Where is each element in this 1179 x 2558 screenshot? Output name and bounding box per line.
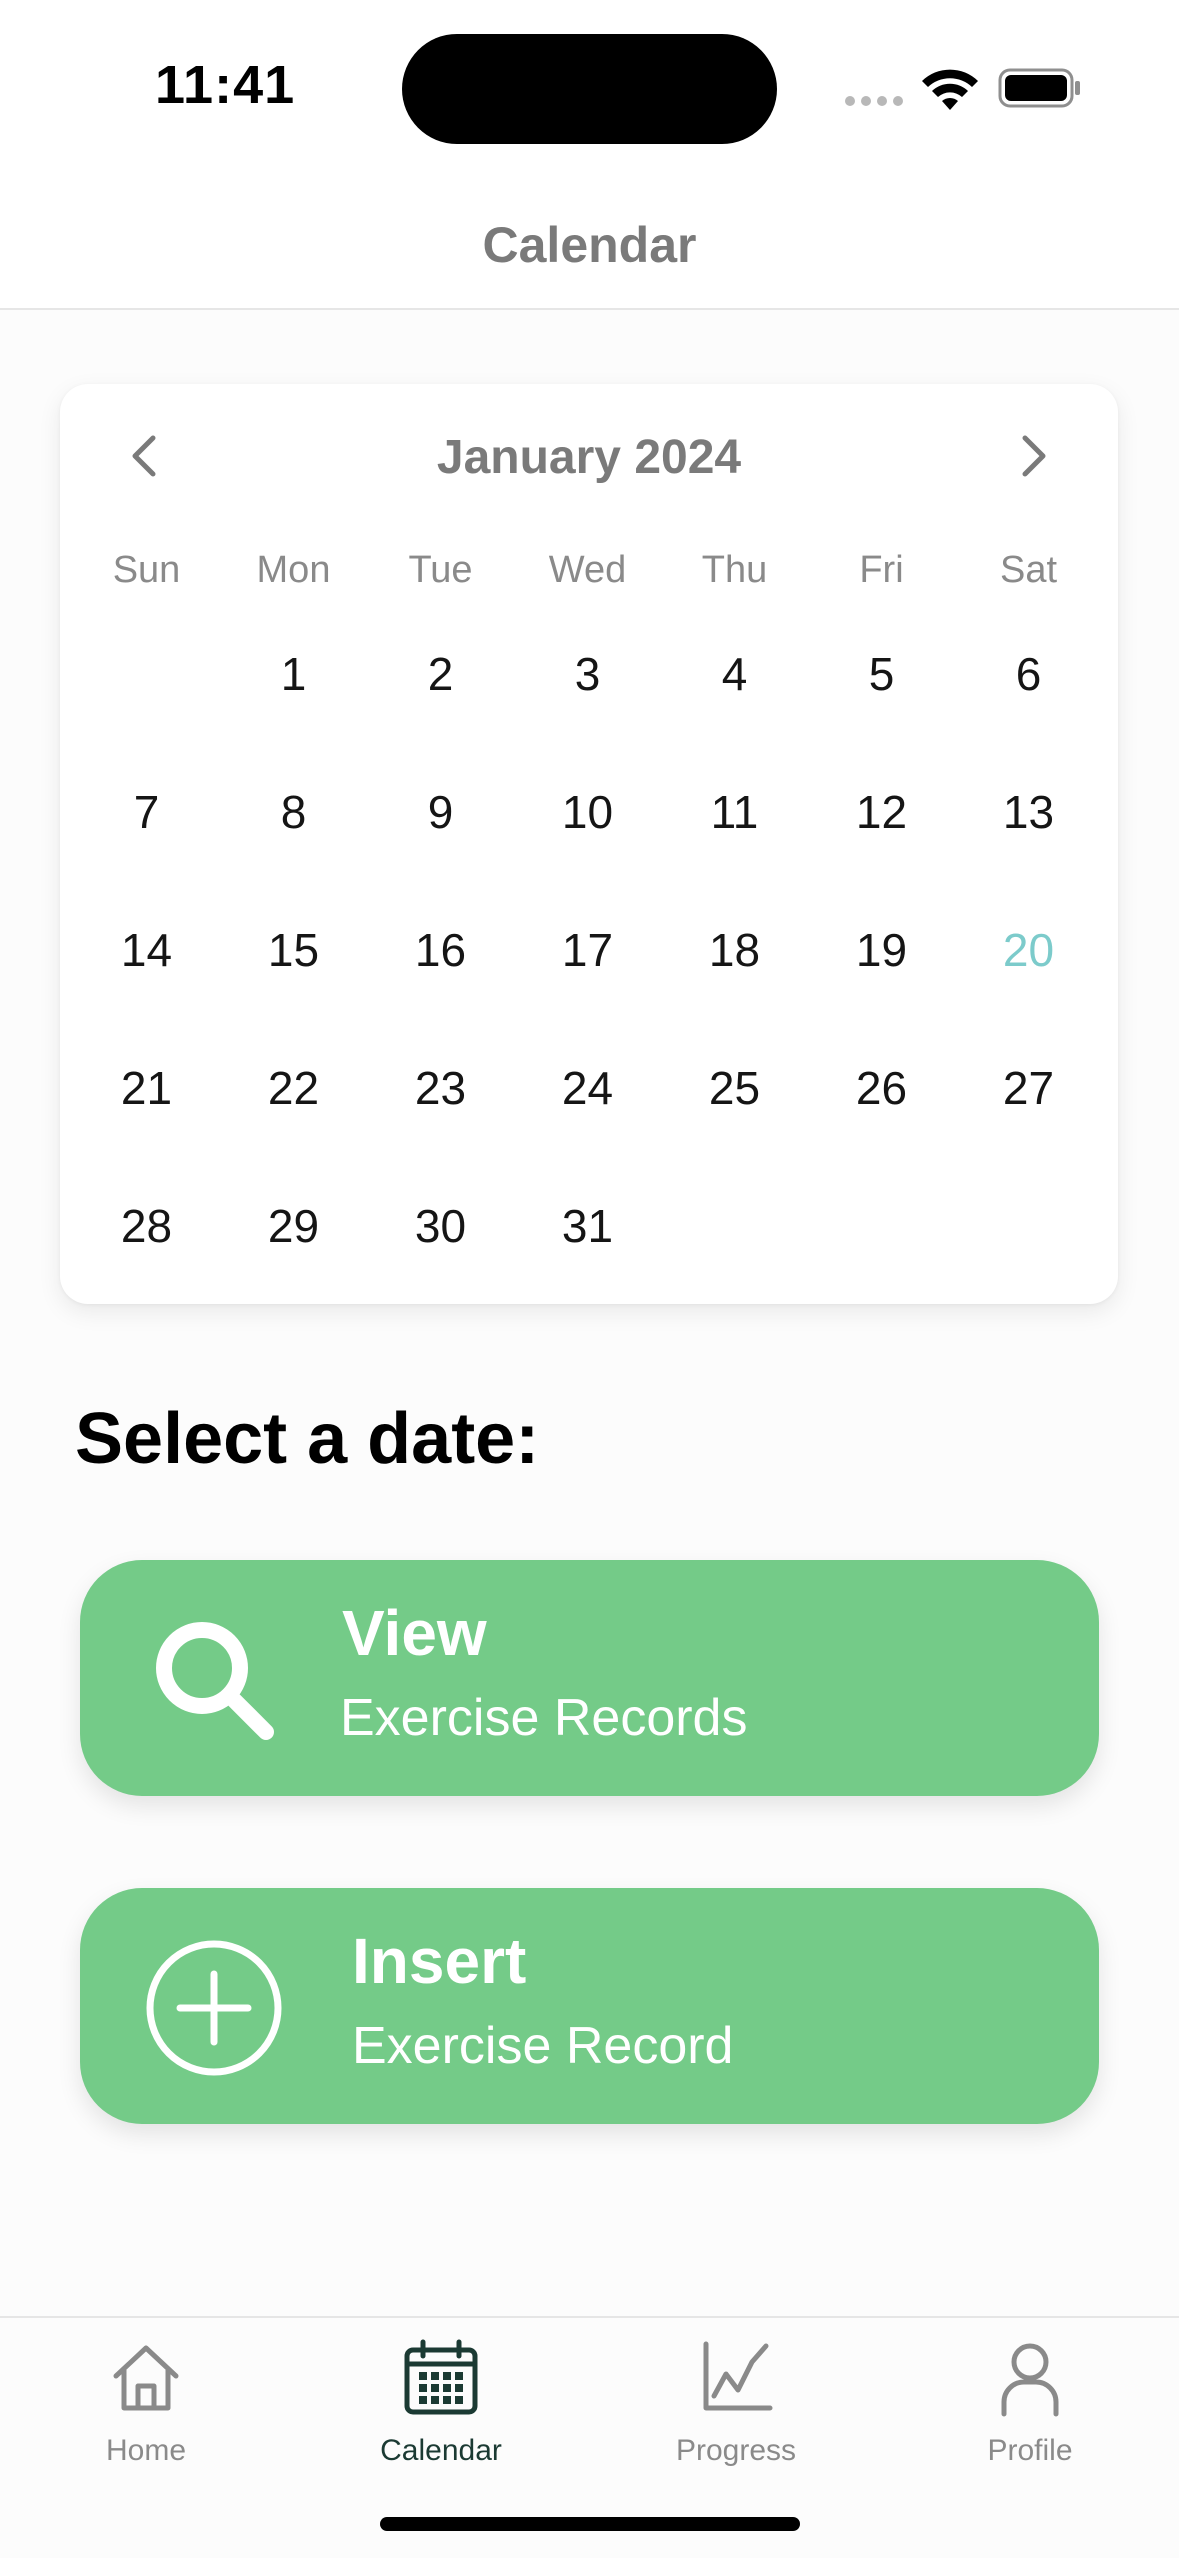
calendar-day[interactable]: 5 xyxy=(808,614,955,734)
tab-home[interactable]: Home xyxy=(46,2338,246,2488)
insert-button-title: Insert xyxy=(352,1925,527,1997)
view-button-title: View xyxy=(342,1597,487,1669)
home-indicator xyxy=(380,2517,800,2531)
view-button-subtitle: Exercise Records xyxy=(340,1689,748,1747)
calendar-day[interactable]: 21 xyxy=(73,1028,220,1148)
weekday-label: Tue xyxy=(408,549,473,591)
chevron-right-icon[interactable] xyxy=(1003,426,1063,486)
calendar-day[interactable]: 7 xyxy=(73,752,220,872)
calendar-day[interactable]: 31 xyxy=(514,1166,661,1286)
calendar-day[interactable]: 8 xyxy=(220,752,367,872)
calendar-day[interactable]: 14 xyxy=(73,890,220,1010)
view-exercise-records-button[interactable]: View Exercise Records xyxy=(80,1560,1099,1796)
tab-label: Profile xyxy=(987,2434,1073,2467)
calendar-day[interactable]: 19 xyxy=(808,890,955,1010)
weekday-label: Sun xyxy=(112,549,181,591)
cellular-signal-icon xyxy=(845,96,905,108)
calendar-day[interactable]: 1 xyxy=(220,614,367,734)
tab-progress[interactable]: Progress xyxy=(636,2338,836,2488)
calendar-day[interactable]: 16 xyxy=(367,890,514,1010)
weekday-label: Thu xyxy=(701,549,768,591)
calendar-day[interactable]: 13 xyxy=(955,752,1102,872)
calendar-day[interactable]: 2 xyxy=(367,614,514,734)
weekday-label: Fri xyxy=(859,549,904,591)
calendar-month-label: January 2024 xyxy=(436,431,742,484)
battery-icon xyxy=(998,68,1080,108)
chart-icon xyxy=(703,2341,773,2411)
weekday-label: Sat xyxy=(999,549,1058,591)
calendar-day[interactable]: 20 xyxy=(955,890,1102,1010)
calendar-day[interactable]: 6 xyxy=(955,614,1102,734)
insert-button-subtitle: Exercise Record xyxy=(352,2017,734,2075)
tab-calendar[interactable]: Calendar xyxy=(341,2338,541,2488)
weekday-label: Mon xyxy=(256,549,331,591)
calendar-icon xyxy=(404,2339,478,2415)
tab-label: Calendar xyxy=(380,2434,502,2467)
calendar-day[interactable]: 4 xyxy=(661,614,808,734)
search-icon xyxy=(156,1622,274,1740)
calendar-day[interactable]: 17 xyxy=(514,890,661,1010)
calendar-day[interactable]: 11 xyxy=(661,752,808,872)
tab-label: Progress xyxy=(675,2434,797,2467)
calendar-day[interactable]: 3 xyxy=(514,614,661,734)
select-date-heading: Select a date: xyxy=(75,1399,540,1479)
calendar-day[interactable]: 12 xyxy=(808,752,955,872)
weekday-label: Wed xyxy=(548,549,627,591)
calendar-day[interactable]: 15 xyxy=(220,890,367,1010)
calendar-card: January 2024 Sun Mon Tue Wed Thu Fri Sat… xyxy=(60,384,1118,1304)
navigation-header: Calendar xyxy=(0,170,1179,310)
status-time: 11:41 xyxy=(155,55,296,115)
weekday-row: Sun Mon Tue Wed Thu Fri Sat xyxy=(60,549,1118,599)
calendar-day[interactable]: 23 xyxy=(367,1028,514,1148)
calendar-day[interactable]: 30 xyxy=(367,1166,514,1286)
dynamic-island xyxy=(402,34,777,144)
home-icon xyxy=(113,2345,179,2411)
wifi-icon xyxy=(922,69,978,110)
page-title: Calendar xyxy=(482,217,697,273)
insert-exercise-record-button[interactable]: Insert Exercise Record xyxy=(80,1888,1099,2124)
calendar-day[interactable]: 29 xyxy=(220,1166,367,1286)
status-bar: 11:41 xyxy=(0,0,1179,170)
calendar-day[interactable]: 9 xyxy=(367,752,514,872)
calendar-day[interactable]: 28 xyxy=(73,1166,220,1286)
calendar-header: January 2024 xyxy=(60,384,1118,524)
calendar-day[interactable]: 25 xyxy=(661,1028,808,1148)
calendar-day[interactable]: 10 xyxy=(514,752,661,872)
calendar-day[interactable]: 26 xyxy=(808,1028,955,1148)
person-icon xyxy=(1001,2343,1059,2417)
calendar-day[interactable]: 24 xyxy=(514,1028,661,1148)
tab-label: Home xyxy=(105,2434,187,2467)
tab-profile[interactable]: Profile xyxy=(930,2338,1130,2488)
calendar-day[interactable]: 27 xyxy=(955,1028,1102,1148)
calendar-day[interactable]: 22 xyxy=(220,1028,367,1148)
calendar-day[interactable]: 18 xyxy=(661,890,808,1010)
plus-circle-icon xyxy=(146,1940,282,2076)
